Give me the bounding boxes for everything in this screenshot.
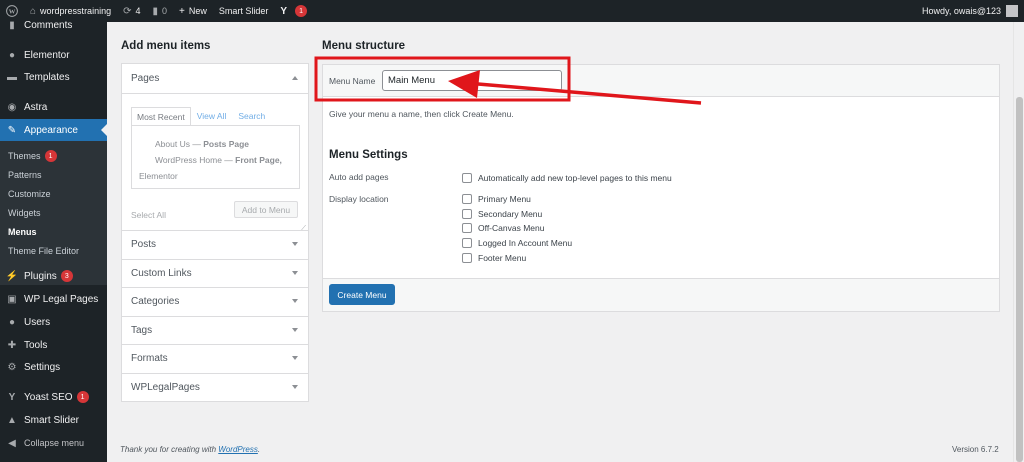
page-scrollbar[interactable] (1013, 22, 1024, 462)
footer-thankyou: Thank you for creating with WordPress. (120, 445, 260, 454)
annotation-overlay (314, 56, 702, 105)
footer-prefix: Thank you for creating with (120, 445, 219, 454)
footer-suffix: . (257, 445, 261, 454)
annotation-arrow-head (448, 70, 480, 98)
scrollbar-thumb[interactable] (1016, 97, 1023, 462)
wordpress-link[interactable]: WordPress (218, 445, 258, 454)
annotation-highlight-box (314, 56, 571, 102)
footer-version: Version 6.7.2 (952, 445, 999, 454)
